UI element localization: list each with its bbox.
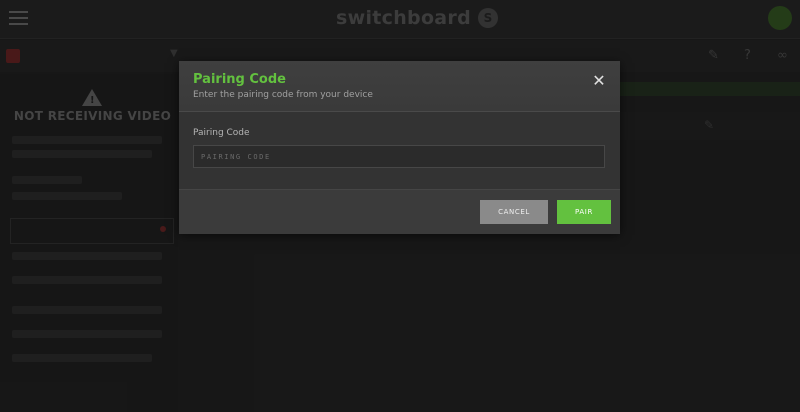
pairing-code-input[interactable] <box>193 145 605 168</box>
dialog-footer: CANCEL PAIR <box>179 189 620 234</box>
dialog-body: Pairing Code <box>179 112 620 189</box>
cancel-button[interactable]: CANCEL <box>480 200 548 224</box>
dialog-header: Pairing Code Enter the pairing code from… <box>179 61 620 112</box>
dialog-title: Pairing Code <box>193 72 286 87</box>
pair-button[interactable]: PAIR <box>557 200 611 224</box>
close-icon[interactable]: ✕ <box>590 72 608 90</box>
pairing-code-dialog: Pairing Code Enter the pairing code from… <box>179 61 620 234</box>
dialog-subtitle: Enter the pairing code from your device <box>193 90 373 100</box>
pairing-code-label: Pairing Code <box>193 128 250 138</box>
